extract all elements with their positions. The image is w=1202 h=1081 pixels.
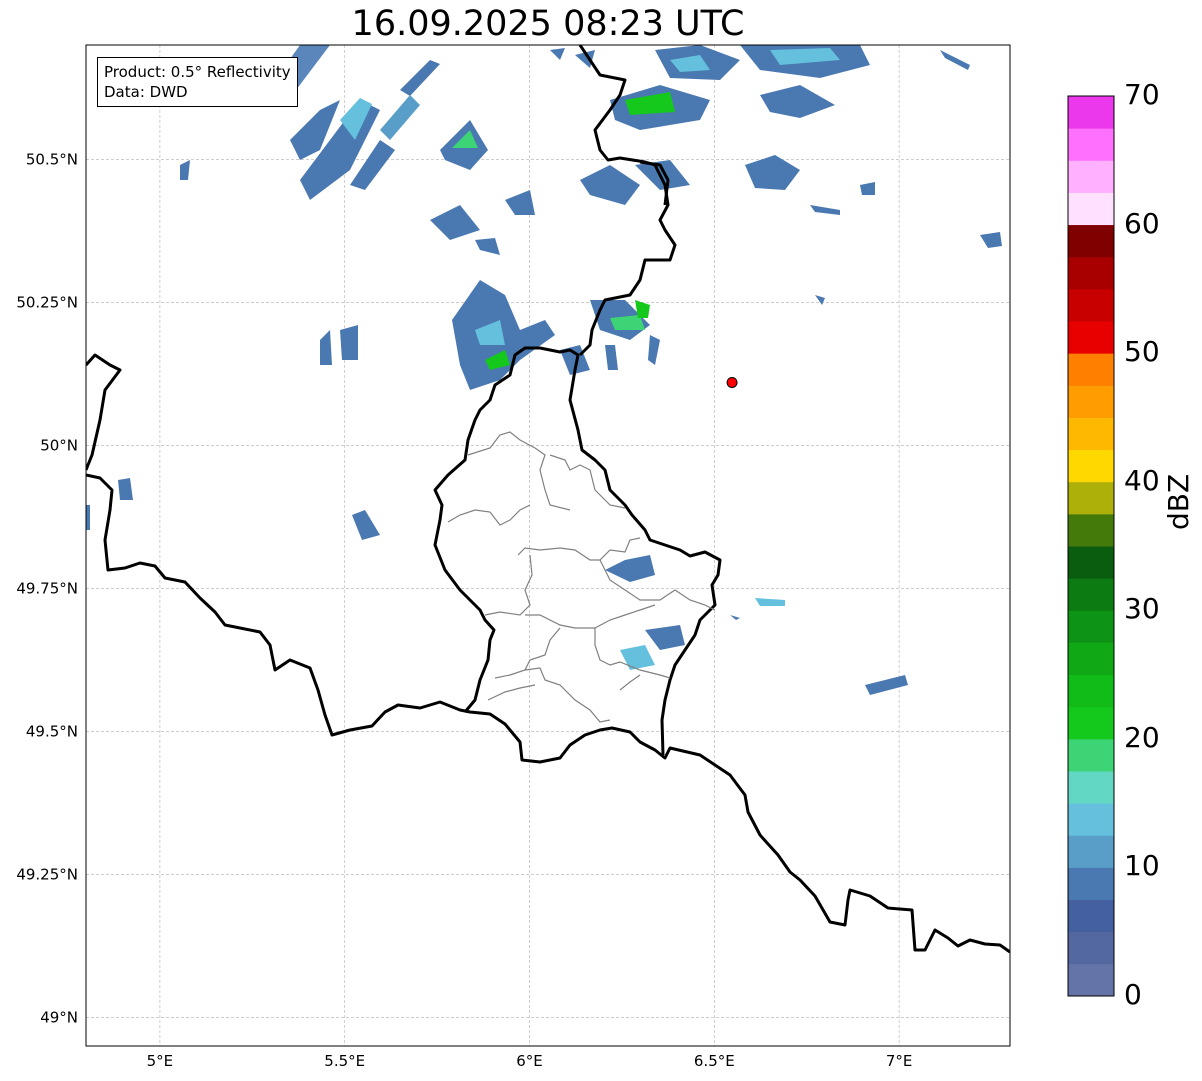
colorbar	[1068, 96, 1114, 997]
y-tick-label: 49.5°N	[26, 722, 78, 740]
radar-map: 5°E 5.5°E 6°E 6.5°E 7°E 49°N 49.25°N 49.5°N 49.…	[16, 44, 1115, 1070]
radar-site-marker	[726, 376, 738, 388]
x-tick-label: 5.5°E	[324, 1052, 365, 1070]
data-source-label: Data: DWD	[104, 83, 188, 101]
y-tick-label: 49°N	[40, 1008, 78, 1026]
colorbar-swatch	[1068, 417, 1114, 451]
colorbar-swatch	[1068, 771, 1114, 804]
x-tick-label: 7°E	[886, 1052, 913, 1070]
colorbar-label: dBZ	[1162, 473, 1195, 530]
colorbar-tick-label: 10	[1124, 849, 1160, 883]
colorbar-tick-label: 70	[1124, 78, 1160, 111]
colorbar-swatch	[1068, 610, 1114, 643]
colorbar-swatch	[1068, 578, 1114, 611]
x-tick-labels: 5°E 5.5°E 6°E 6.5°E 7°E	[147, 1052, 913, 1070]
product-label: Product: 0.5° Reflectivity	[104, 63, 291, 81]
colorbar-tick-label: 50	[1124, 335, 1160, 369]
colorbar-swatch	[1068, 835, 1114, 868]
product-info-box: Product: 0.5° Reflectivity Data: DWD	[97, 57, 298, 107]
x-tick-label: 6°E	[516, 1052, 543, 1070]
colorbar-swatch	[1068, 674, 1114, 708]
y-tick-label: 50°N	[40, 436, 78, 454]
colorbar-swatch	[1068, 513, 1114, 547]
colorbar-tick-label: 20	[1124, 720, 1160, 754]
colorbar-swatch	[1068, 385, 1114, 418]
colorbar-swatch	[1068, 931, 1114, 965]
colorbar-swatch	[1068, 288, 1114, 322]
colorbar-swatch	[1068, 642, 1114, 676]
y-tick-label: 49.75°N	[16, 579, 78, 597]
colorbar-swatch	[1068, 481, 1114, 515]
colorbar-swatch	[1068, 899, 1114, 933]
x-tick-label: 6.5°E	[694, 1052, 735, 1070]
radar-echoes	[86, 45, 1002, 695]
colorbar-swatch	[1068, 128, 1114, 161]
colorbar-swatch	[1068, 96, 1114, 129]
x-tick-label: 5°E	[147, 1052, 174, 1070]
colorbar-tick-label: 40	[1124, 463, 1160, 497]
colorbar-swatch	[1068, 353, 1114, 386]
colorbar-swatch	[1068, 321, 1114, 354]
colorbar-tick-label: 60	[1124, 206, 1160, 240]
colorbar-tick-label: 0	[1124, 978, 1142, 1011]
y-tick-label: 50.25°N	[16, 293, 78, 311]
y-tick-labels: 49°N 49.25°N 49.5°N 49.75°N 50°N 50.25°N 50.5°…	[16, 150, 78, 1026]
echo-cluster-center	[320, 280, 660, 390]
colorbar-swatch	[1068, 224, 1114, 258]
echo-cluster-north	[180, 45, 1002, 305]
colorbar-swatch	[1068, 546, 1114, 579]
colorbar-swatch	[1068, 449, 1114, 483]
colorbar-swatch	[1068, 738, 1114, 772]
canton-borders	[447, 431, 716, 723]
echo-cluster-south	[86, 478, 908, 695]
colorbar-tick-label: 30	[1124, 592, 1160, 626]
y-tick-label: 50.5°N	[26, 150, 78, 168]
y-tick-label: 49.25°N	[16, 865, 78, 883]
colorbar-swatch	[1068, 963, 1114, 997]
colorbar-swatch	[1068, 192, 1114, 226]
colorbar-swatch	[1068, 867, 1114, 901]
colorbar-swatch	[1068, 160, 1114, 193]
colorbar-swatch	[1068, 706, 1114, 740]
colorbar-swatch	[1068, 803, 1114, 836]
colorbar-swatch	[1068, 256, 1114, 290]
